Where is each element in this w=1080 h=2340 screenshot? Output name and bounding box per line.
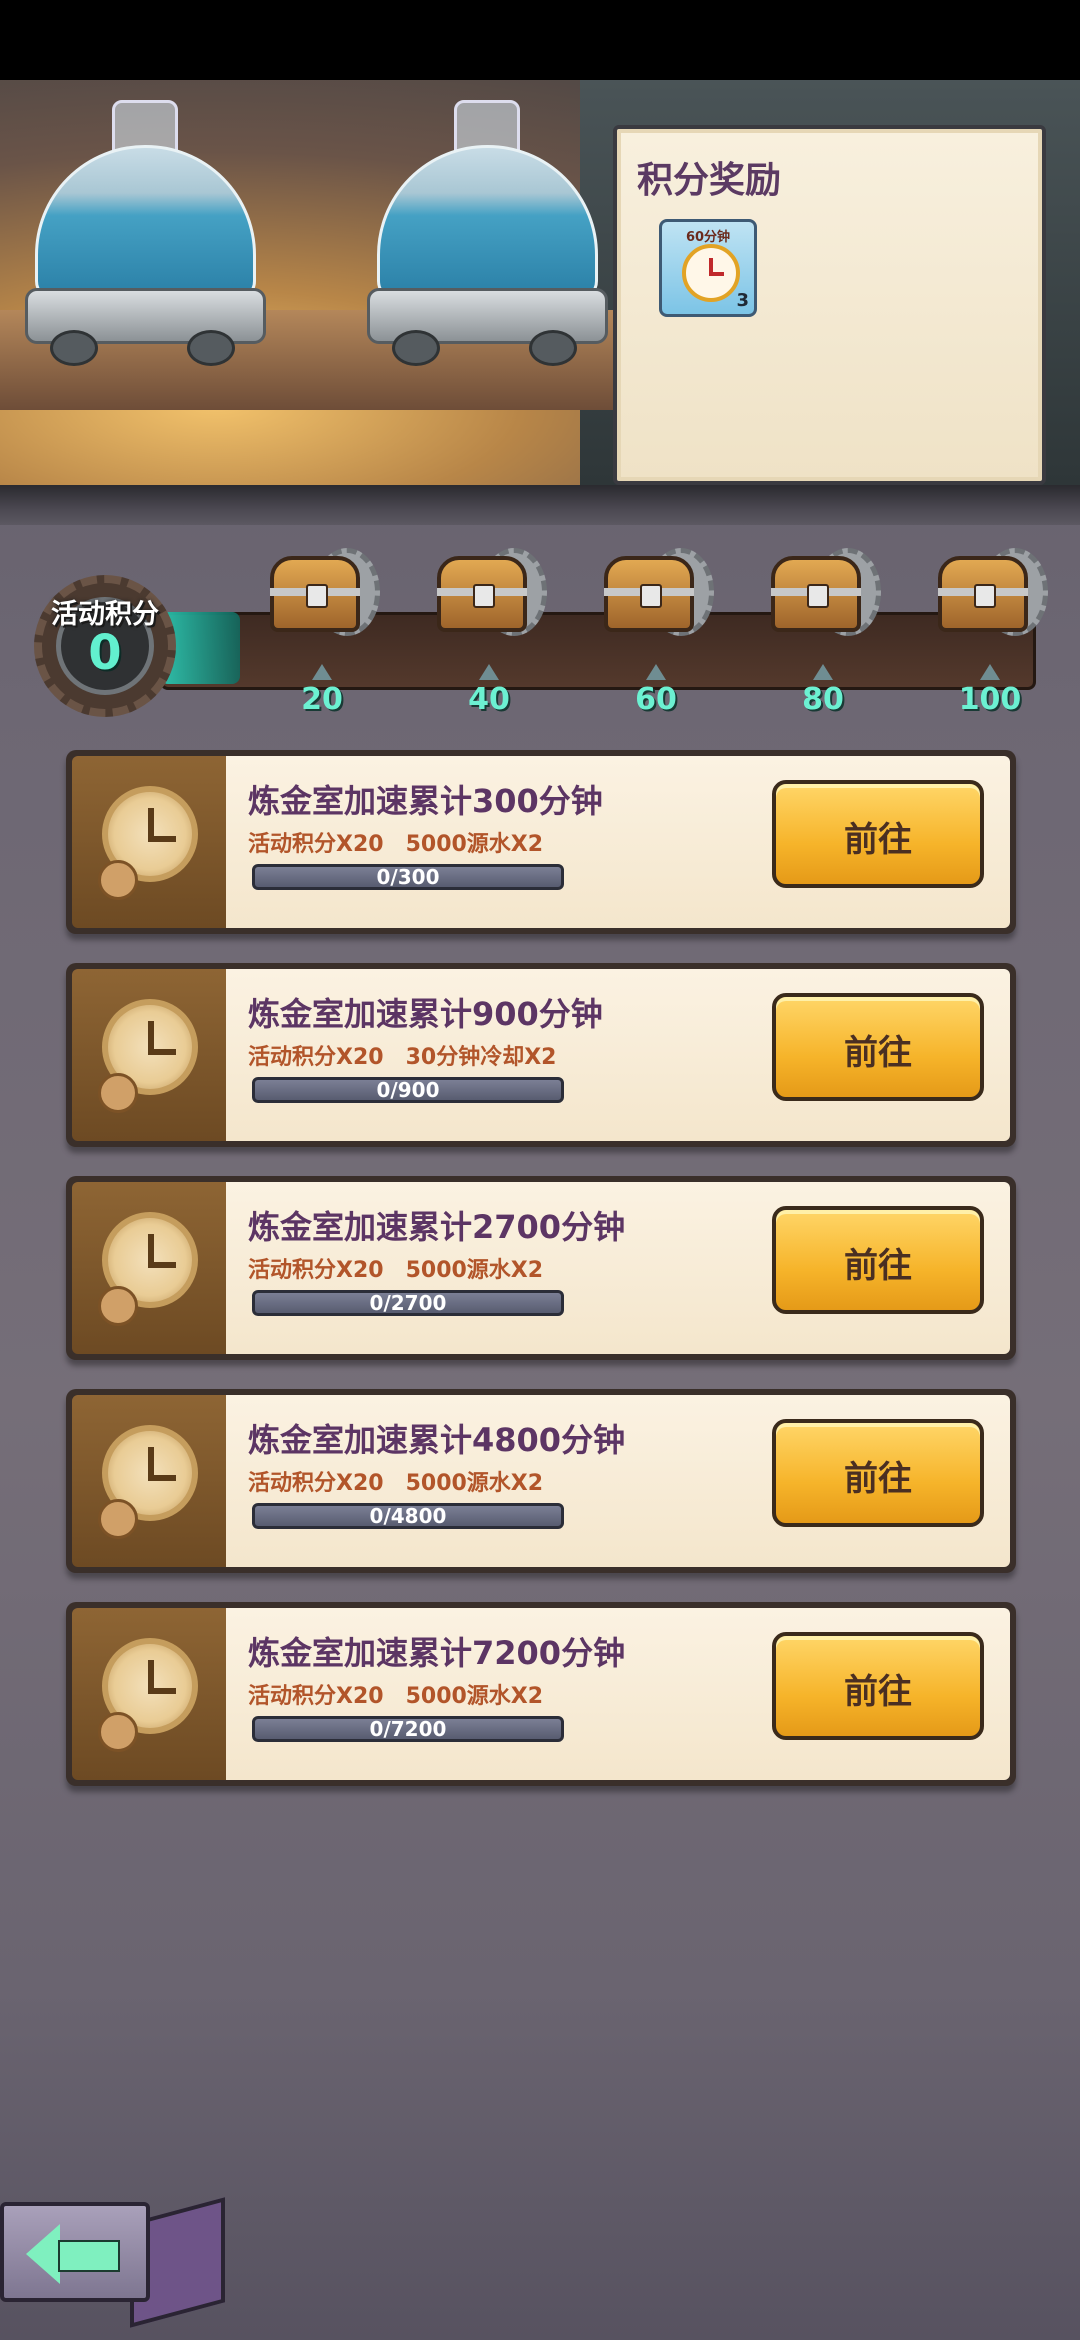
task-title: 炼金室加速累计900分钟	[248, 995, 603, 1033]
banner-divider	[0, 485, 1080, 525]
go-button[interactable]: 前往	[772, 993, 984, 1101]
milestone-chest-5[interactable]: 100	[930, 542, 1048, 717]
task-reward-points: 活动积分X20	[248, 1684, 384, 1709]
milestone-value: 20	[301, 682, 343, 717]
go-button-label: 前往	[844, 1672, 912, 1712]
task-title: 炼金室加速累计2700分钟	[248, 1208, 626, 1246]
task-icon-panel	[72, 1182, 226, 1354]
milestone-value: 100	[958, 682, 1022, 717]
go-button-label: 前往	[844, 1459, 912, 1499]
task-title: 炼金室加速累计4800分钟	[248, 1421, 626, 1459]
task-card: 炼金室加速累计900分钟 活动积分X20 30分钟冷却X2 0/900 前往	[66, 963, 1016, 1147]
clock-icon	[682, 244, 740, 302]
task-progress-text: 0/900	[376, 1078, 440, 1102]
points-reward-panel: 积分奖励 60分钟 3	[613, 125, 1046, 485]
task-progress-bar: 0/900	[252, 1077, 564, 1103]
task-progress-text: 0/2700	[369, 1291, 447, 1315]
milestone-marker-icon	[980, 664, 1000, 680]
task-rewards: 活动积分X20 5000源水X2	[248, 1678, 565, 1710]
points-score: 0	[88, 625, 122, 681]
task-icon-panel	[72, 969, 226, 1141]
task-progress-bar: 0/300	[252, 864, 564, 890]
task-rewards: 活动积分X20 5000源水X2	[248, 1465, 565, 1497]
task-rewards: 活动积分X20 5000源水X2	[248, 1252, 565, 1284]
status-bar	[0, 0, 1080, 80]
go-button[interactable]: 前往	[772, 1632, 984, 1740]
potion-icon	[98, 1073, 138, 1113]
reward-panel-title: 积分奖励	[637, 160, 782, 201]
milestone-value: 80	[802, 682, 844, 717]
task-card: 炼金室加速累计2700分钟 活动积分X20 5000源水X2 0/2700 前往	[66, 1176, 1016, 1360]
task-card: 炼金室加速累计300分钟 活动积分X20 5000源水X2 0/300 前往	[66, 750, 1016, 934]
task-reward-item: 5000源水X2	[405, 1684, 544, 1709]
task-reward-points: 活动积分X20	[248, 1258, 384, 1283]
task-icon-panel	[72, 756, 226, 928]
milestone-marker-icon	[312, 664, 332, 680]
reward-item-clock[interactable]: 60分钟 3	[659, 219, 757, 317]
task-progress-bar: 0/2700	[252, 1290, 564, 1316]
potion-icon	[98, 860, 138, 900]
milestone-chest-3[interactable]: 60	[596, 542, 714, 717]
task-icon-panel	[72, 1395, 226, 1567]
go-button[interactable]: 前往	[772, 1419, 984, 1527]
task-title: 炼金室加速累计7200分钟	[248, 1634, 626, 1672]
task-reward-item: 5000源水X2	[405, 832, 544, 857]
task-progress-bar: 0/7200	[252, 1716, 564, 1742]
reward-item-label: 60分钟	[685, 230, 731, 245]
task-reward-points: 活动积分X20	[248, 832, 384, 857]
task-rewards: 活动积分X20 30分钟冷却X2	[248, 1039, 578, 1071]
flask-right-image	[362, 100, 608, 380]
milestone-chest-2[interactable]: 40	[429, 542, 547, 717]
go-button-label: 前往	[844, 1033, 912, 1073]
milestone-value: 60	[635, 682, 677, 717]
go-button[interactable]: 前往	[772, 1206, 984, 1314]
task-card: 炼金室加速累计4800分钟 活动积分X20 5000源水X2 0/4800 前往	[66, 1389, 1016, 1573]
task-progress-text: 0/7200	[369, 1717, 447, 1741]
reward-item-count: 3	[736, 290, 749, 311]
task-progress-bar: 0/4800	[252, 1503, 564, 1529]
back-button[interactable]	[0, 2190, 230, 2328]
task-icon-panel	[72, 1608, 226, 1780]
task-reward-item: 5000源水X2	[405, 1471, 544, 1496]
go-button-label: 前往	[844, 1246, 912, 1286]
go-button[interactable]: 前往	[772, 780, 984, 888]
task-rewards: 活动积分X20 5000源水X2	[248, 826, 565, 858]
back-arrow-icon	[26, 2224, 60, 2284]
milestone-marker-icon	[479, 664, 499, 680]
milestone-chest-4[interactable]: 80	[763, 542, 881, 717]
task-progress-text: 0/4800	[369, 1504, 447, 1528]
potion-icon	[98, 1286, 138, 1326]
task-reward-item: 5000源水X2	[405, 1258, 544, 1283]
task-reward-points: 活动积分X20	[248, 1045, 384, 1070]
go-button-label: 前往	[844, 820, 912, 860]
task-reward-item: 30分钟冷却X2	[405, 1045, 557, 1070]
potion-icon	[98, 1712, 138, 1752]
task-card: 炼金室加速累计7200分钟 活动积分X20 5000源水X2 0/7200 前往	[66, 1602, 1016, 1786]
task-title: 炼金室加速累计300分钟	[248, 782, 603, 820]
milestone-value: 40	[468, 682, 510, 717]
task-progress-text: 0/300	[376, 865, 440, 889]
milestone-marker-icon	[813, 664, 833, 680]
flask-left-image	[20, 100, 266, 380]
task-reward-points: 活动积分X20	[248, 1471, 384, 1496]
potion-icon	[98, 1499, 138, 1539]
milestone-marker-icon	[646, 664, 666, 680]
back-arrow-shaft	[58, 2240, 120, 2272]
milestone-chest-1[interactable]: 20	[262, 542, 380, 717]
